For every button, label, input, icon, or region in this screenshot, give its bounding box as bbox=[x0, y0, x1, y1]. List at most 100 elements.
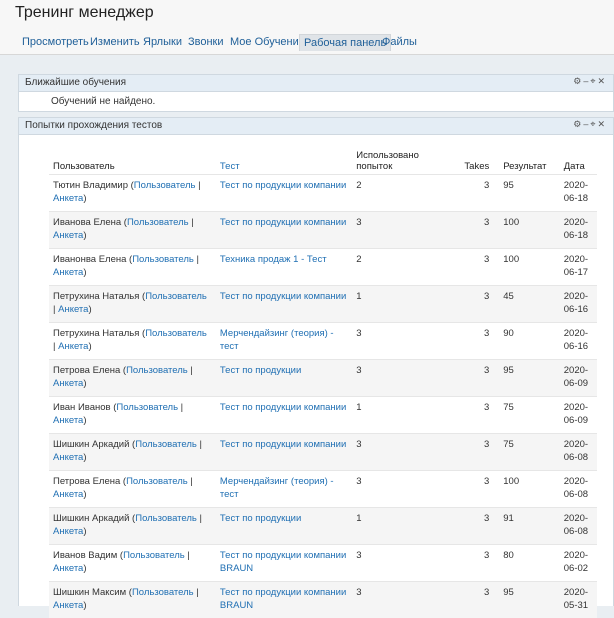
cell-user: Иванова Елена (Пользователь | Анкета) bbox=[49, 212, 216, 249]
cell-test: Тест по продукции компании bbox=[216, 434, 352, 471]
test-link[interactable]: Тест по продукции bbox=[220, 365, 301, 376]
cell-result: 95 bbox=[499, 582, 560, 618]
user-name: Шишкин Аркадий bbox=[53, 439, 129, 450]
cell-takes: 3 bbox=[452, 397, 500, 434]
cell-used: 3 bbox=[352, 434, 451, 471]
user-link[interactable]: Пользователь bbox=[116, 402, 178, 413]
cell-result: 75 bbox=[499, 434, 560, 471]
panel-header: Попытки прохождения тестов ⚙–⌖✕ bbox=[19, 118, 613, 135]
settings-icon[interactable]: ⚙ bbox=[573, 76, 583, 87]
profile-link[interactable]: Анкета bbox=[53, 563, 83, 574]
test-link[interactable]: Тест по продукции компании bbox=[220, 402, 346, 413]
cell-result: 45 bbox=[499, 286, 560, 323]
user-name: Шишкин Максим bbox=[53, 587, 126, 598]
user-link[interactable]: Пользователь bbox=[145, 328, 207, 339]
test-link[interactable]: Тест по продукции компании bbox=[220, 439, 346, 450]
cell-result: 80 bbox=[499, 545, 560, 582]
expand-icon[interactable]: ⌖ bbox=[590, 76, 597, 87]
column-header-used: Использовано попыток bbox=[352, 138, 451, 175]
cell-test: Тест по продукции компании bbox=[216, 212, 352, 249]
table-row: Тютин Владимир (Пользователь | Анкета) Те… bbox=[49, 175, 597, 212]
settings-icon[interactable]: ⚙ bbox=[573, 119, 583, 130]
table-row: Петрова Елена (Пользователь | Анкета)Тес… bbox=[49, 360, 597, 397]
profile-link[interactable]: Анкета bbox=[53, 526, 83, 537]
user-name: Иванов Вадим bbox=[53, 550, 117, 561]
tab-item[interactable]: Мое Обучение bbox=[226, 34, 309, 50]
cell-takes: 3 bbox=[452, 582, 500, 618]
profile-link[interactable]: Анкета bbox=[58, 341, 88, 352]
user-link[interactable]: Пользователь bbox=[123, 550, 185, 561]
cell-result: 100 bbox=[499, 471, 560, 508]
cell-user: Шишкин Аркадий (Пользователь | Анкета) bbox=[49, 508, 216, 545]
cell-test: Тест по продукции компании bbox=[216, 397, 352, 434]
close-icon[interactable]: ✕ bbox=[597, 119, 607, 130]
column-header-result: Результат bbox=[499, 138, 560, 175]
user-link[interactable]: Пользователь bbox=[134, 180, 196, 191]
user-link[interactable]: Пользователь bbox=[132, 254, 194, 265]
tab-item[interactable]: Звонки bbox=[184, 34, 228, 50]
cell-test: Тест по продукции компании bbox=[216, 286, 352, 323]
profile-link[interactable]: Анкета bbox=[53, 193, 83, 204]
minimize-icon[interactable]: – bbox=[583, 76, 590, 86]
profile-link[interactable]: Анкета bbox=[53, 378, 83, 389]
profile-link[interactable]: Анкета bbox=[53, 452, 83, 463]
cell-takes: 3 bbox=[452, 508, 500, 545]
cell-user: Петрухина Наталья (Пользователь | Анкета… bbox=[49, 323, 216, 360]
user-name: Петрова Елена bbox=[53, 476, 120, 487]
test-link[interactable]: Мерчендайзинг (теория) - тест bbox=[220, 328, 334, 352]
cell-date: 2020-06-16 bbox=[560, 286, 597, 323]
user-link[interactable]: Пользователь bbox=[126, 365, 188, 376]
cell-takes: 3 bbox=[452, 434, 500, 471]
table-row: Иванов Вадим (Пользователь | Анкета)Тест… bbox=[49, 545, 597, 582]
cell-result: 75 bbox=[499, 397, 560, 434]
test-link[interactable]: Тест по продукции компании bbox=[220, 180, 346, 191]
expand-icon[interactable]: ⌖ bbox=[590, 119, 597, 130]
cell-used: 3 bbox=[352, 360, 451, 397]
user-link[interactable]: Пользователь bbox=[126, 476, 188, 487]
tab-item[interactable]: Просмотреть bbox=[18, 34, 93, 50]
cell-date: 2020-06-18 bbox=[560, 175, 597, 212]
profile-link[interactable]: Анкета bbox=[58, 304, 88, 315]
test-link[interactable]: Тест по продукции bbox=[220, 513, 301, 524]
user-link[interactable]: Пользователь bbox=[132, 587, 194, 598]
top-bar: Тренинг менеджер bbox=[0, 0, 614, 31]
cell-takes: 3 bbox=[452, 212, 500, 249]
cell-used: 2 bbox=[352, 249, 451, 286]
test-link[interactable]: Техника продаж 1 - Тест bbox=[220, 254, 327, 265]
close-icon[interactable]: ✕ bbox=[597, 76, 607, 87]
table-row: Шишкин Аркадий (Пользователь | Анкета) Те… bbox=[49, 508, 597, 545]
test-link[interactable]: Тест по продукции компании BRAUN bbox=[220, 550, 346, 574]
tab-item[interactable]: Ярлыки bbox=[139, 34, 186, 50]
profile-link[interactable]: Анкета bbox=[53, 489, 83, 500]
profile-link[interactable]: Анкета bbox=[53, 230, 83, 241]
profile-link[interactable]: Анкета bbox=[53, 415, 83, 426]
minimize-icon[interactable]: – bbox=[583, 119, 590, 129]
cell-takes: 3 bbox=[452, 545, 500, 582]
user-link[interactable]: Пользователь bbox=[145, 291, 207, 302]
user-name: Петрова Елена bbox=[53, 365, 120, 376]
column-header-test[interactable]: Тест bbox=[216, 138, 352, 175]
cell-used: 1 bbox=[352, 397, 451, 434]
table-row: Петрухина Наталья (Пользователь | Анкета… bbox=[49, 323, 597, 360]
cell-result: 91 bbox=[499, 508, 560, 545]
test-link[interactable]: Мерчендайзинг (теория) - тест bbox=[220, 476, 334, 500]
page-title: Тренинг менеджер bbox=[15, 4, 154, 22]
test-link[interactable]: Тест по продукции компании BRAUN bbox=[220, 587, 346, 611]
tab-item[interactable]: Файлы bbox=[378, 34, 421, 50]
panel-controls: ⚙–⌖✕ bbox=[573, 119, 607, 130]
tab-item[interactable]: Изменить bbox=[86, 34, 144, 50]
table-row: Петрова Елена (Пользователь | Анкета)Мер… bbox=[49, 471, 597, 508]
test-link[interactable]: Тест по продукции компании bbox=[220, 291, 346, 302]
user-link[interactable]: Пользователь bbox=[135, 513, 197, 524]
user-link[interactable]: Пользователь bbox=[135, 439, 197, 450]
cell-user: Иван Иванов (Пользователь | Анкета) bbox=[49, 397, 216, 434]
user-name: Иван Иванов bbox=[53, 402, 111, 413]
test-link[interactable]: Тест по продукции компании bbox=[220, 217, 346, 228]
cell-date: 2020-05-31 bbox=[560, 582, 597, 618]
cell-date: 2020-06-16 bbox=[560, 323, 597, 360]
user-link[interactable]: Пользователь bbox=[127, 217, 189, 228]
cell-user: Тютин Владимир (Пользователь | Анкета) bbox=[49, 175, 216, 212]
profile-link[interactable]: Анкета bbox=[53, 267, 83, 278]
cell-used: 3 bbox=[352, 323, 451, 360]
cell-test: Мерчендайзинг (теория) - тест bbox=[216, 323, 352, 360]
